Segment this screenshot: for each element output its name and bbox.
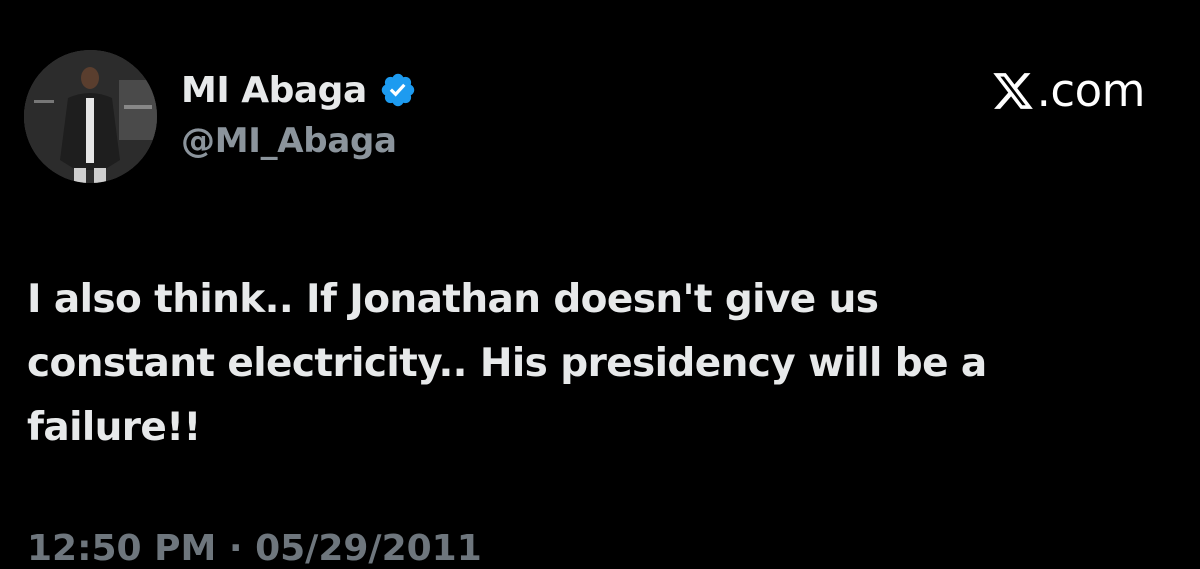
verified-badge-icon <box>379 71 417 109</box>
tweet-text: I also think.. If Jonathan doesn't give … <box>27 277 987 450</box>
tweet-timestamp[interactable]: 12:50 PM · 05/29/2011 <box>27 528 482 569</box>
author-handle[interactable]: @MI_Abaga <box>181 121 397 161</box>
display-name[interactable]: MI Abaga <box>181 70 367 111</box>
tweet-card: MI Abaga @MI_Abaga .com I also think.. I… <box>0 0 1200 569</box>
brand-text: .com <box>1036 64 1146 117</box>
x-logo-icon <box>991 69 1035 113</box>
profile-photo <box>24 50 157 183</box>
brand-mark: .com <box>991 64 1146 117</box>
author-name-row: MI Abaga <box>181 66 417 114</box>
avatar[interactable] <box>24 50 157 183</box>
